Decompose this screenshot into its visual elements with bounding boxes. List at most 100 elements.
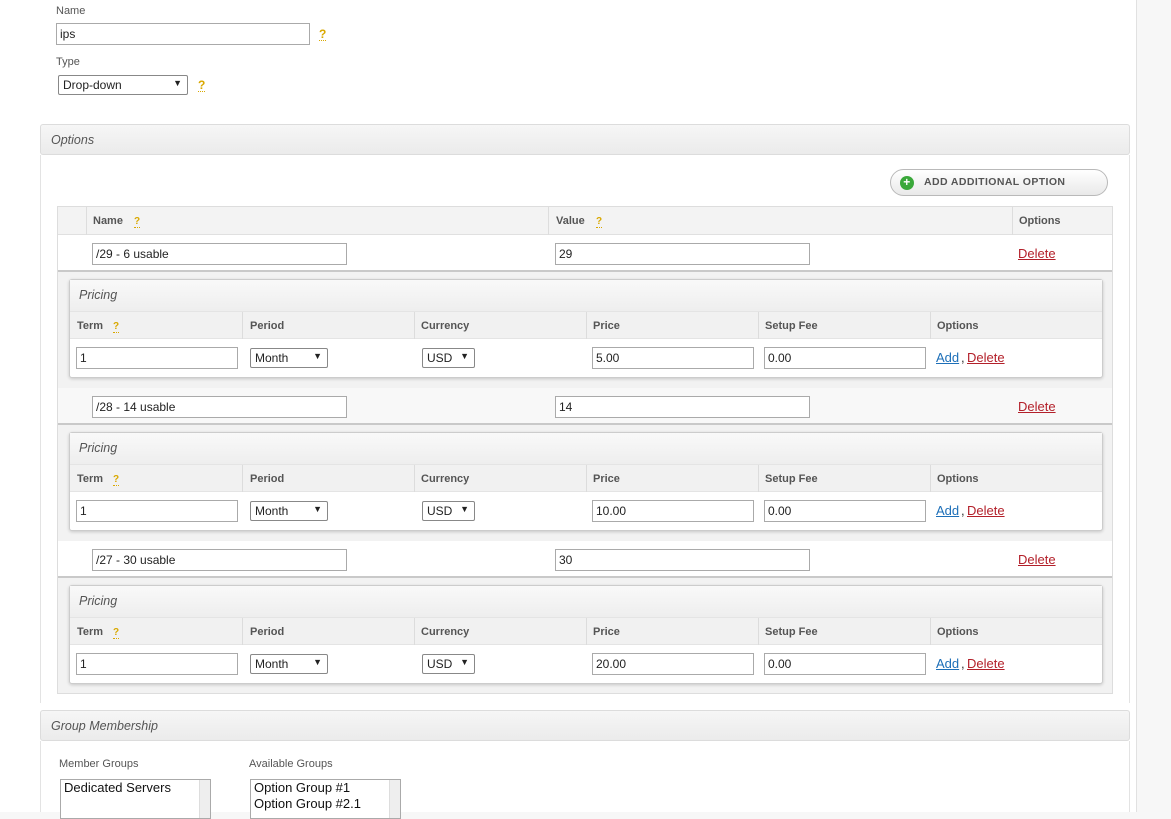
options-section-header: Options (40, 124, 1130, 155)
type-label: Type (56, 56, 80, 68)
term-help-icon[interactable]: ? (113, 628, 120, 639)
list-item[interactable]: Option Group #2.1 (251, 796, 400, 812)
setup-fee-input[interactable] (764, 653, 926, 675)
option-row: Delete (58, 541, 1112, 578)
pricing-delete-link[interactable]: Delete (967, 350, 1005, 365)
period-select[interactable]: Month ▼ (250, 654, 328, 674)
col-setup-fee: Setup Fee (765, 626, 818, 638)
setup-fee-input[interactable] (764, 500, 926, 522)
name-label: Name (56, 5, 86, 17)
pricing-row: Month ▼ USD ▼ Add , Delete (70, 492, 1102, 530)
member-groups-list[interactable]: Dedicated Servers (60, 779, 211, 819)
plus-icon: + (900, 176, 914, 190)
term-input[interactable] (76, 653, 238, 675)
option-delete-link[interactable]: Delete (1018, 246, 1056, 261)
col-currency: Currency (421, 626, 470, 638)
dropdown-arrow-icon: ▼ (173, 78, 182, 88)
currency-select[interactable]: USD ▼ (422, 654, 475, 674)
period-select[interactable]: Month ▼ (250, 501, 328, 521)
col-setup-fee: Setup Fee (765, 473, 818, 485)
option-value-help-icon[interactable]: ? (596, 217, 603, 228)
pricing-header: Term ? Period Currency Price Setup Fee O… (70, 617, 1102, 645)
option-name-input[interactable] (92, 549, 347, 571)
pricing-title: Pricing (70, 433, 1102, 464)
dropdown-arrow-icon: ▼ (460, 657, 469, 667)
option-row: Delete (58, 235, 1112, 272)
pricing-title: Pricing (70, 280, 1102, 311)
pricing-row: Month ▼ USD ▼ Add , Delete (70, 339, 1102, 377)
pricing-delete-link[interactable]: Delete (967, 503, 1005, 518)
period-select-value: Month (255, 351, 289, 365)
option-name-input[interactable] (92, 396, 347, 418)
list-item[interactable]: Option Group #1 (251, 780, 400, 796)
col-currency: Currency (421, 473, 470, 485)
option-row: Delete (58, 388, 1112, 425)
col-period: Period (250, 473, 285, 485)
name-help-icon[interactable]: ? (319, 28, 327, 41)
term-input[interactable] (76, 500, 238, 522)
page-panel: Name ? Type Drop-down ▼ ? Options + ADD … (0, 0, 1137, 819)
col-value: Value (556, 215, 585, 227)
option-name-help-icon[interactable]: ? (134, 217, 141, 228)
dropdown-arrow-icon: ▼ (313, 504, 322, 514)
col-price: Price (593, 320, 620, 332)
type-select[interactable]: Drop-down ▼ (58, 75, 188, 95)
pricing-add-link[interactable]: Add (936, 656, 959, 671)
list-item[interactable]: Dedicated Servers (61, 780, 210, 796)
currency-select-value: USD (427, 504, 453, 518)
dropdown-arrow-icon: ▼ (460, 504, 469, 514)
price-input[interactable] (592, 500, 754, 522)
col-price: Price (593, 626, 620, 638)
period-select-value: Month (255, 657, 289, 671)
price-input[interactable] (592, 653, 754, 675)
setup-fee-input[interactable] (764, 347, 926, 369)
option-value-input[interactable] (555, 549, 810, 571)
period-select[interactable]: Month ▼ (250, 348, 328, 368)
type-select-value: Drop-down (63, 78, 122, 92)
price-input[interactable] (592, 347, 754, 369)
currency-select-value: USD (427, 351, 453, 365)
available-groups-list[interactable]: Option Group #1 Option Group #2.1 (250, 779, 401, 819)
dropdown-arrow-icon: ▼ (313, 351, 322, 361)
option-value-input[interactable] (555, 243, 810, 265)
term-help-icon[interactable]: ? (113, 322, 120, 333)
col-pricing-options: Options (937, 626, 979, 638)
pricing-box: Pricing Term ? Period Currency Price Set… (69, 432, 1103, 531)
pricing-row: Month ▼ USD ▼ Add , Delete (70, 645, 1102, 683)
add-additional-option-button[interactable]: + ADD ADDITIONAL OPTION (890, 169, 1108, 196)
pricing-box: Pricing Term ? Period Currency Price Set… (69, 585, 1103, 684)
pricing-delete-link[interactable]: Delete (967, 656, 1005, 671)
term-input[interactable] (76, 347, 238, 369)
col-pricing-options: Options (937, 320, 979, 332)
col-term: Term (77, 626, 104, 638)
option-name-input[interactable] (92, 243, 347, 265)
dropdown-arrow-icon: ▼ (460, 351, 469, 361)
scrollbar[interactable] (199, 780, 210, 818)
col-term: Term (77, 320, 104, 332)
pricing-add-link[interactable]: Add (936, 350, 959, 365)
col-currency: Currency (421, 320, 470, 332)
pricing-add-link[interactable]: Add (936, 503, 959, 518)
pricing-title: Pricing (70, 586, 1102, 617)
col-setup-fee: Setup Fee (765, 320, 818, 332)
currency-select[interactable]: USD ▼ (422, 348, 475, 368)
option-value-input[interactable] (555, 396, 810, 418)
options-table: Name ? Value ? Options Delete Pricing Te… (57, 206, 1113, 694)
col-name: Name (93, 215, 123, 227)
pricing-box: Pricing Term ? Period Currency Price Set… (69, 279, 1103, 378)
add-additional-option-label: ADD ADDITIONAL OPTION (924, 176, 1066, 188)
member-groups-label: Member Groups (59, 758, 139, 770)
dropdown-arrow-icon: ▼ (313, 657, 322, 667)
option-delete-link[interactable]: Delete (1018, 399, 1056, 414)
type-help-icon[interactable]: ? (198, 79, 206, 92)
currency-select[interactable]: USD ▼ (422, 501, 475, 521)
link-separator: , (961, 656, 965, 671)
col-options: Options (1019, 215, 1061, 227)
option-delete-link[interactable]: Delete (1018, 552, 1056, 567)
col-period: Period (250, 320, 285, 332)
scrollbar[interactable] (389, 780, 400, 818)
term-help-icon[interactable]: ? (113, 475, 120, 486)
name-input[interactable] (56, 23, 310, 45)
pricing-header: Term ? Period Currency Price Setup Fee O… (70, 464, 1102, 492)
pricing-header: Term ? Period Currency Price Setup Fee O… (70, 311, 1102, 339)
